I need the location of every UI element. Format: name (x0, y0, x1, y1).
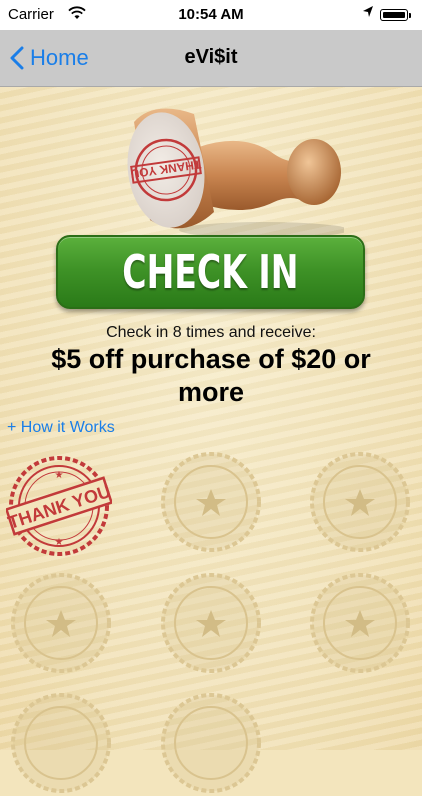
punch-slot-empty (161, 693, 261, 793)
punch-slot-empty (310, 452, 410, 552)
status-bar: Carrier 10:54 AM (0, 0, 422, 30)
punch-slot-empty (310, 573, 410, 673)
punch-slot-empty (161, 573, 261, 673)
battery-icon (380, 9, 408, 21)
check-in-label: CHECK IN (122, 245, 299, 299)
svg-text:★: ★ (55, 537, 64, 548)
navigation-bar: Home eVi$it (0, 30, 422, 87)
clock: 10:54 AM (178, 6, 244, 23)
punch-slot-empty (11, 573, 111, 673)
punch-slot-empty (161, 452, 261, 552)
main-content: THANK YOU CHECK IN Check in 8 times and … (0, 87, 422, 793)
rubber-stamp-image: THANK YOU (127, 108, 344, 238)
check-in-button[interactable]: CHECK IN (56, 235, 365, 309)
punch-slot-stamped: THANK YOU ★ ★ (6, 456, 112, 556)
reward-text: $5 off purchase of $20 or more (51, 344, 371, 407)
page-title: eVi$it (184, 46, 238, 68)
reward-subtext: Check in 8 times and receive: (106, 324, 316, 341)
svg-text:★: ★ (55, 470, 64, 481)
location-arrow-icon (362, 5, 374, 23)
how-it-works-link[interactable]: + How it Works (7, 419, 115, 437)
battery-tip (409, 13, 411, 18)
punch-slot-empty (11, 693, 111, 793)
punch-card-grid: THANK YOU ★ ★ (0, 452, 422, 793)
